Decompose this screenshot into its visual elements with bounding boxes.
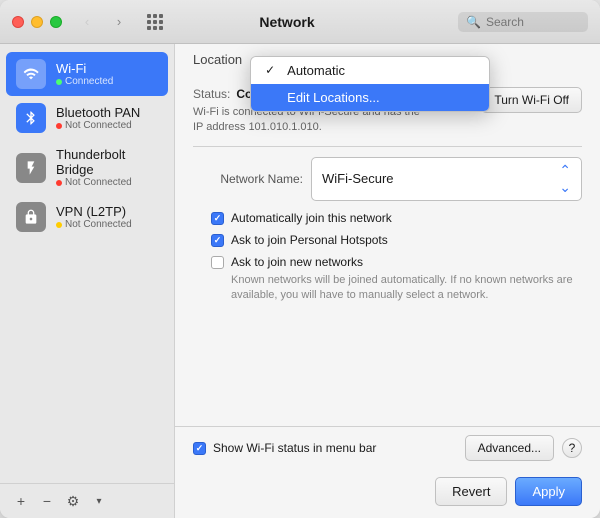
personal-hotspots-label: Ask to join Personal Hotspots — [231, 233, 388, 247]
remove-network-button[interactable]: − — [36, 490, 58, 512]
network-name-row: Network Name: WiFi-Secure ⌃⌄ — [193, 157, 582, 201]
wifi-item-text: Wi-Fi Connected — [56, 61, 113, 87]
thunderbolt-item-status: Not Connected — [56, 177, 158, 188]
traffic-lights — [12, 16, 62, 28]
sidebar: Wi-Fi Connected Bluetooth PAN Not Connec… — [0, 44, 175, 518]
wifi-item-name: Wi-Fi — [56, 61, 113, 76]
turn-wifi-off-button[interactable]: Turn Wi-Fi Off — [481, 87, 582, 113]
location-dropdown-menu: ✓ Automatic ✓ Edit Locations... — [250, 56, 490, 112]
chevron-down-icon[interactable]: ▾ — [88, 490, 110, 512]
minimize-button[interactable] — [31, 16, 43, 28]
help-button[interactable]: ? — [562, 438, 582, 458]
sidebar-item-wifi[interactable]: Wi-Fi Connected — [6, 52, 168, 96]
content-area: Status: Connected Wi-Fi is connected to … — [175, 75, 600, 426]
bluetooth-item-name: Bluetooth PAN — [56, 105, 140, 120]
settings-button[interactable]: ⚙︎ — [62, 490, 84, 512]
status-label: Status: — [193, 87, 230, 101]
wifi-item-status: Connected — [56, 76, 113, 87]
auto-join-label: Automatically join this network — [231, 211, 392, 225]
maximize-button[interactable] — [50, 16, 62, 28]
location-label: Location — [193, 52, 242, 67]
wifi-status-text: Connected — [65, 76, 113, 87]
search-box[interactable]: 🔍 — [458, 12, 588, 32]
bluetooth-icon — [16, 103, 46, 133]
wifi-status-dot — [56, 79, 62, 85]
vpn-item-name: VPN (L2TP) — [56, 204, 132, 219]
vpn-icon — [16, 202, 46, 232]
new-networks-label: Ask to join new networks — [231, 255, 363, 269]
search-input[interactable] — [486, 15, 576, 29]
edit-locations-label: Edit Locations... — [287, 90, 380, 105]
close-button[interactable] — [12, 16, 24, 28]
thunderbolt-icon — [16, 153, 46, 183]
vpn-status-text: Not Connected — [65, 219, 132, 230]
revert-button[interactable]: Revert — [435, 477, 507, 506]
dropdown-item-edit-locations[interactable]: ✓ Edit Locations... — [251, 84, 489, 111]
right-panel: Location ✓ Automatic ✓ Edit Locations... — [175, 44, 600, 518]
new-networks-checkbox[interactable] — [211, 256, 224, 269]
show-wifi-status-checkbox[interactable] — [193, 442, 206, 455]
bottom-bar: Revert Apply — [175, 469, 600, 518]
thunderbolt-status-text: Not Connected — [65, 177, 132, 188]
dropdown-item-automatic[interactable]: ✓ Automatic — [251, 57, 489, 84]
advanced-button[interactable]: Advanced... — [465, 435, 554, 461]
thunderbolt-item-text: Thunderbolt Bridge Not Connected — [56, 147, 158, 188]
sidebar-bottom: + − ⚙︎ ▾ — [0, 483, 174, 518]
titlebar: ‹ › Network 🔍 — [0, 0, 600, 44]
bluetooth-status-text: Not Connected — [65, 120, 132, 131]
window-title: Network — [116, 14, 458, 30]
back-button[interactable]: ‹ — [74, 13, 100, 31]
vpn-item-status: Not Connected — [56, 219, 132, 230]
network-name-select[interactable]: WiFi-Secure ⌃⌄ — [311, 157, 582, 201]
bluetooth-item-text: Bluetooth PAN Not Connected — [56, 105, 140, 131]
network-name-label: Network Name: — [193, 172, 303, 186]
location-bar: Location ✓ Automatic ✓ Edit Locations... — [175, 44, 600, 75]
search-icon: 🔍 — [466, 15, 481, 29]
vpn-status-dot — [56, 222, 62, 228]
apply-button[interactable]: Apply — [515, 477, 582, 506]
sidebar-item-bluetooth[interactable]: Bluetooth PAN Not Connected — [6, 96, 168, 140]
show-wifi-status-row: Show Wi-Fi status in menu bar — [193, 441, 457, 455]
network-preferences-window: ‹ › Network 🔍 Wi-Fi — [0, 0, 600, 518]
bluetooth-item-status: Not Connected — [56, 120, 140, 131]
automatic-checkmark: ✓ — [265, 63, 279, 77]
network-name-value: WiFi-Secure — [322, 171, 394, 186]
thunderbolt-item-name: Thunderbolt Bridge — [56, 147, 158, 177]
edit-checkmark: ✓ — [265, 90, 279, 104]
bluetooth-status-dot — [56, 123, 62, 129]
footer-actions: Advanced... ? — [465, 435, 582, 461]
auto-join-row: Automatically join this network — [193, 211, 582, 225]
thunderbolt-status-dot — [56, 180, 62, 186]
new-networks-row: Ask to join new networks — [193, 255, 582, 269]
add-network-button[interactable]: + — [10, 490, 32, 512]
auto-join-checkbox[interactable] — [211, 212, 224, 225]
wifi-icon — [16, 59, 46, 89]
personal-hotspots-checkbox[interactable] — [211, 234, 224, 247]
sidebar-item-vpn[interactable]: VPN (L2TP) Not Connected — [6, 195, 168, 239]
vpn-item-text: VPN (L2TP) Not Connected — [56, 204, 132, 230]
footer: Show Wi-Fi status in menu bar Advanced..… — [175, 426, 600, 469]
main-content: Wi-Fi Connected Bluetooth PAN Not Connec… — [0, 44, 600, 518]
new-networks-note: Known networks will be joined automatica… — [193, 273, 582, 304]
personal-hotspots-row: Ask to join Personal Hotspots — [193, 233, 582, 247]
show-wifi-status-label: Show Wi-Fi status in menu bar — [213, 441, 376, 455]
automatic-label: Automatic — [287, 63, 345, 78]
divider — [193, 146, 582, 147]
sidebar-item-thunderbolt[interactable]: Thunderbolt Bridge Not Connected — [6, 140, 168, 195]
select-arrow-icon: ⌃⌄ — [559, 162, 571, 196]
